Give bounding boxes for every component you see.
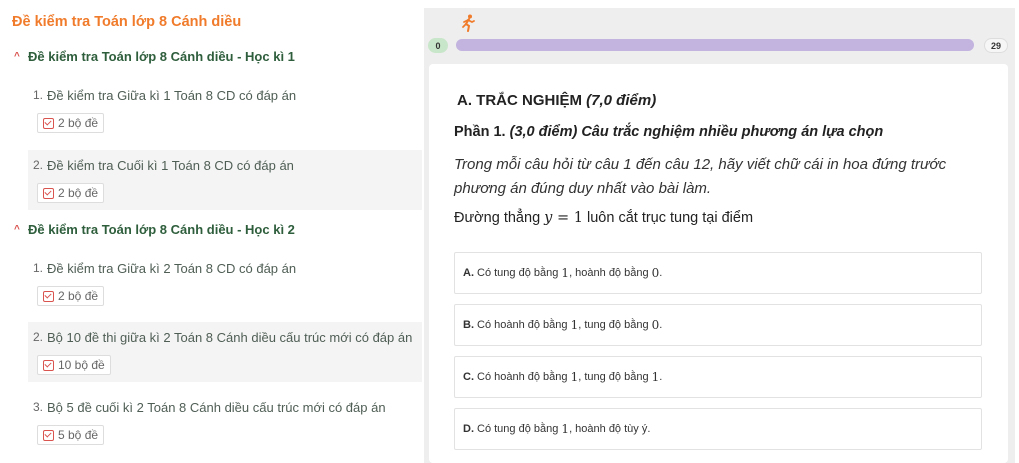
section-heading: A. TRẮC NGHIỆM (7,0 điểm) — [457, 92, 656, 109]
heading-label: A. TRẮC NGHIỆM — [457, 92, 582, 109]
answer-option-d[interactable]: D. Có tung độ bằng 1, hoành độ tùy ý. — [454, 408, 982, 450]
answer-option-c[interactable]: C. Có hoành độ bằng 1, tung độ bằng 1. — [454, 356, 982, 398]
option-text: , tung độ bằng — [578, 319, 649, 331]
option-text: , hoành độ bằng — [569, 267, 649, 279]
question-card: A. TRẮC NGHIỆM (7,0 điểm) Phần 1. (3,0 đ… — [429, 64, 1008, 463]
calendar-check-icon — [43, 429, 54, 441]
count-badge: 2 bộ đề — [37, 113, 105, 133]
option-text: . — [659, 371, 663, 383]
item-number: 2. — [33, 158, 44, 172]
list-item[interactable]: 2. Bộ 10 đề thi giữa kì 2 Toán 8 Cánh diề… — [28, 322, 422, 382]
option-text: Có tung độ bằng — [477, 267, 559, 279]
page-title[interactable]: Đề kiểm tra Toán lớp 8 Cánh diều — [12, 14, 241, 30]
option-num: 0 — [651, 266, 660, 280]
list-item[interactable]: 3. Bộ 5 đề cuối kì 2 Toán 8 Cánh diều cấu… — [28, 392, 422, 452]
badge-label: 2 bộ đề — [58, 116, 99, 130]
section-hk1[interactable]: ^ Đề kiểm tra Toán lớp 8 Cánh diều - Học… — [14, 49, 295, 64]
calendar-check-icon — [43, 290, 54, 302]
option-letter: A. — [463, 267, 474, 279]
badge-label: 2 bộ đề — [58, 186, 99, 200]
count-badge: 5 bộ đề — [37, 425, 105, 445]
item-number: 1. — [33, 261, 44, 275]
running-person-icon — [460, 14, 476, 32]
calendar-check-icon — [43, 117, 54, 129]
list-item[interactable]: 1. Đề kiểm tra Giữa kì 1 Toán 8 CD có đáp… — [28, 80, 422, 140]
answer-option-a[interactable]: A. Có tung độ bằng 1, hoành độ bằng 0. — [454, 252, 982, 294]
option-text: . — [659, 267, 663, 279]
badge-label: 2 bộ đề — [58, 289, 99, 303]
option-text: . — [659, 319, 663, 331]
option-num: 1 — [651, 370, 660, 384]
option-text: , hoành độ tùy ý. — [569, 423, 651, 435]
badge-label: 10 bộ đề — [58, 358, 105, 372]
list-item[interactable]: 1. Đề kiểm tra Giữa kì 2 Toán 8 CD có đáp… — [28, 253, 422, 313]
option-num: 1 — [561, 266, 570, 280]
option-num: 0 — [651, 318, 660, 332]
section-label: Đề kiểm tra Toán lớp 8 Cánh diều - Học k… — [28, 49, 295, 64]
option-letter: C. — [463, 371, 474, 383]
question-post: luôn cắt trục tung tại điểm — [587, 210, 754, 226]
progress-start: 0 — [428, 38, 448, 53]
option-text: Có tung độ bằng — [477, 423, 559, 435]
list-item[interactable]: 2. Đề kiểm tra Cuối kì 1 Toán 8 CD có đáp… — [28, 150, 422, 210]
item-number: 3. — [33, 400, 44, 414]
option-letter: D. — [463, 423, 474, 435]
instruction-text: Trong mỗi câu hỏi từ câu 1 đến câu 12, h… — [454, 156, 947, 197]
item-number: 2. — [33, 330, 44, 344]
heading-points: (7,0 điểm) — [586, 92, 657, 109]
badge-label: 5 bộ đề — [58, 428, 99, 442]
option-num: 1 — [570, 370, 579, 384]
count-badge: 2 bộ đề — [37, 286, 105, 306]
item-link[interactable]: Bộ 10 đề thi giữa kì 2 Toán 8 Cánh diều … — [47, 330, 412, 345]
part-desc: (3,0 điểm) Câu trắc nghiệm nhiều phương … — [509, 124, 884, 140]
question-eq: = 1 — [552, 210, 583, 226]
item-link[interactable]: Đề kiểm tra Cuối kì 1 Toán 8 CD có đáp á… — [47, 158, 294, 173]
chevron-up-icon[interactable]: ^ — [14, 51, 26, 62]
count-badge: 10 bộ đề — [37, 355, 111, 375]
option-text: , tung độ bằng — [578, 371, 649, 383]
option-letter: B. — [463, 319, 474, 331]
progress-end: 29 — [984, 38, 1008, 53]
answer-option-b[interactable]: B. Có hoành độ bằng 1, tung độ bằng 0. — [454, 304, 982, 346]
part-label: Phần 1. — [454, 124, 506, 140]
question-text: Đường thẳng y = 1 luôn cắt trục tung tại… — [454, 210, 753, 226]
section-label: Đề kiểm tra Toán lớp 8 Cánh diều - Học k… — [28, 222, 295, 237]
item-number: 1. — [33, 88, 44, 102]
option-num: 1 — [570, 318, 579, 332]
part-heading: Phần 1. (3,0 điểm) Câu trắc nghiệm nhiều… — [454, 124, 883, 140]
count-badge: 2 bộ đề — [37, 183, 105, 203]
option-num: 1 — [561, 422, 570, 436]
option-text: Có hoành độ bằng — [477, 371, 568, 383]
item-link[interactable]: Bộ 5 đề cuối kì 2 Toán 8 Cánh diều cấu t… — [47, 400, 386, 415]
calendar-check-icon — [43, 359, 54, 371]
calendar-check-icon — [43, 187, 54, 199]
left-panel: Đề kiểm tra Toán lớp 8 Cánh diều ^ Đề ki… — [0, 0, 424, 463]
quiz-panel: 0 29 A. TRẮC NGHIỆM (7,0 điểm) Phần 1. (… — [424, 8, 1015, 463]
section-hk2[interactable]: ^ Đề kiểm tra Toán lớp 8 Cánh diều - Học… — [14, 222, 295, 237]
item-link[interactable]: Đề kiểm tra Giữa kì 2 Toán 8 CD có đáp á… — [47, 261, 296, 276]
item-link[interactable]: Đề kiểm tra Giữa kì 1 Toán 8 CD có đáp á… — [47, 88, 296, 103]
chevron-up-icon[interactable]: ^ — [14, 224, 26, 235]
progress-track[interactable] — [456, 39, 974, 51]
question-pre: Đường thẳng — [454, 210, 541, 226]
option-text: Có hoành độ bằng — [477, 319, 568, 331]
